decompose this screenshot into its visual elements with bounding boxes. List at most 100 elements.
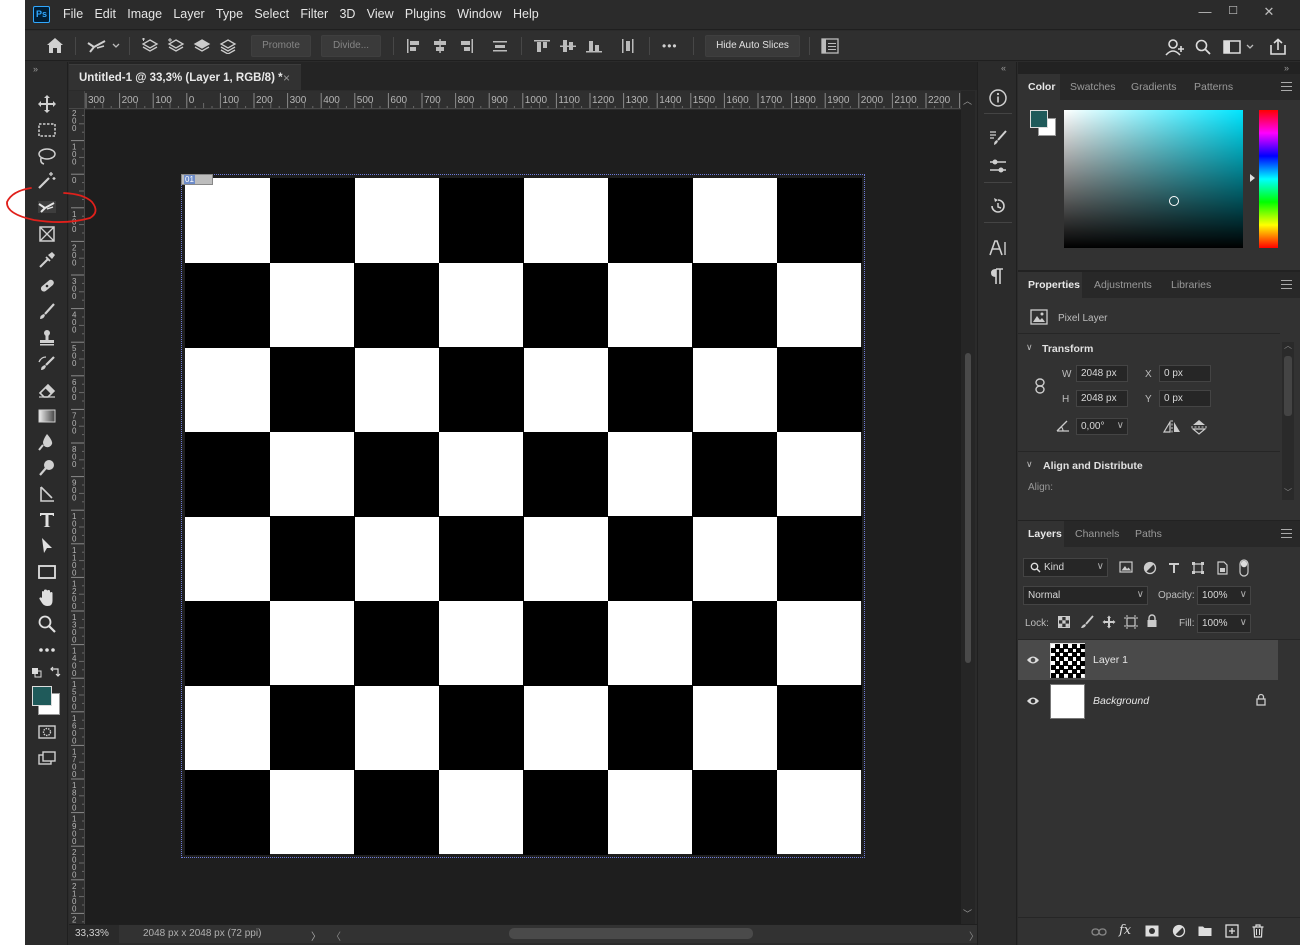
horizontal-scroll-thumb[interactable] — [509, 928, 753, 939]
transform-header[interactable]: Transform — [1042, 343, 1093, 355]
menu-edit[interactable]: Edit — [94, 7, 116, 21]
blur-tool-icon[interactable] — [37, 432, 57, 452]
distribute-horizontal-icon[interactable] — [619, 38, 637, 54]
horizontal-ruler[interactable]: 300 200 100 0 100 200 300 400 500 600 700 800 900 100… — [85, 91, 965, 109]
flip-vertical-icon[interactable] — [1190, 419, 1208, 435]
hue-slider-handle[interactable] — [1250, 174, 1255, 182]
edit-toolbar-icon[interactable] — [37, 642, 57, 662]
menu-help[interactable]: Help — [513, 7, 539, 21]
lock-artboard-icon[interactable] — [1124, 615, 1138, 629]
menu-select[interactable]: Select — [254, 7, 289, 21]
document-tab-close-icon[interactable]: × — [283, 71, 290, 85]
scroll-up-icon[interactable]: ︿ — [1284, 340, 1292, 351]
menu-plugins[interactable]: Plugins — [405, 7, 446, 21]
color-panel-menu-icon[interactable] — [1281, 82, 1292, 91]
dodge-tool-icon[interactable] — [37, 458, 57, 478]
marquee-tool-icon[interactable] — [37, 120, 57, 140]
layer-row-background[interactable]: Background — [1018, 681, 1300, 721]
zoom-tool-icon[interactable] — [37, 614, 57, 634]
menu-window[interactable]: Window — [457, 7, 501, 21]
pen-tool-icon[interactable] — [37, 484, 57, 504]
add-mask-icon[interactable] — [1145, 925, 1159, 937]
delete-layer-icon[interactable] — [1252, 924, 1264, 938]
blend-mode-dropdown[interactable]: Normal ∨ — [1023, 586, 1148, 605]
zoom-level-field[interactable]: 33,33% — [69, 925, 119, 943]
layer-row-layer-1[interactable]: Layer 1 — [1018, 640, 1278, 680]
tab-patterns[interactable]: Patterns — [1194, 81, 1233, 93]
layer-thumbnail[interactable] — [1050, 684, 1085, 719]
new-slice-icon[interactable] — [141, 38, 159, 54]
properties-scroll-thumb[interactable] — [1284, 356, 1292, 416]
ruler-origin[interactable] — [69, 91, 85, 109]
share-user-icon[interactable] — [1165, 38, 1184, 56]
tab-gradients[interactable]: Gradients — [1131, 81, 1177, 93]
vertical-scrollbar[interactable]: ︿ ﹀ — [961, 91, 975, 924]
menu-view[interactable]: View — [367, 7, 394, 21]
properties-scrollbar[interactable]: ︿ ﹀ — [1282, 340, 1294, 500]
align-right-icon[interactable] — [457, 38, 475, 54]
align-chevron-icon[interactable]: ∨ — [1026, 459, 1033, 470]
brush-tool-icon[interactable] — [37, 302, 57, 322]
subtract-slice-icon[interactable] — [193, 38, 211, 54]
search-icon[interactable] — [1194, 38, 1212, 55]
gradient-tool-icon[interactable] — [37, 406, 57, 426]
y-field[interactable]: 0 px — [1159, 390, 1211, 407]
new-group-icon[interactable] — [1198, 925, 1212, 937]
add-slice-icon[interactable] — [167, 38, 185, 54]
new-adjustment-layer-icon[interactable] — [1172, 924, 1186, 938]
tab-color[interactable]: Color — [1028, 81, 1055, 93]
hue-slider[interactable] — [1259, 110, 1278, 248]
menu-filter[interactable]: Filter — [300, 7, 328, 21]
opacity-field[interactable]: 100% ∨ — [1197, 586, 1251, 605]
layer-name[interactable]: Layer 1 — [1093, 654, 1128, 666]
more-options-icon[interactable]: ••• — [662, 39, 678, 53]
brushes-icon[interactable] — [988, 156, 1008, 176]
info-icon[interactable] — [988, 88, 1008, 108]
close-button[interactable]: ✕ — [1259, 4, 1279, 22]
default-colors-swap-icon[interactable] — [31, 666, 61, 680]
clone-stamp-tool-icon[interactable] — [37, 328, 57, 348]
menu-file[interactable]: File — [63, 7, 83, 21]
tab-paths[interactable]: Paths — [1135, 528, 1162, 540]
hand-tool-icon[interactable] — [37, 588, 57, 608]
brush-settings-icon[interactable] — [988, 128, 1008, 148]
tab-adjustments[interactable]: Adjustments — [1094, 279, 1152, 291]
transform-chevron-icon[interactable]: ∨ — [1026, 342, 1033, 353]
align-distribute-header[interactable]: Align and Distribute — [1043, 460, 1143, 472]
checkerboard-image[interactable] — [185, 178, 862, 855]
align-top-icon[interactable] — [533, 38, 551, 54]
vertical-ruler[interactable]: 2001000100200300400500600700800900100011… — [69, 109, 85, 924]
document-info[interactable]: 2048 px x 2048 px (72 ppi) — [143, 928, 261, 939]
quick-mask-icon[interactable] — [37, 722, 57, 742]
height-field[interactable]: 2048 px — [1076, 390, 1128, 407]
menu-image[interactable]: Image — [127, 7, 162, 21]
width-field[interactable]: 2048 px — [1076, 365, 1128, 382]
filter-smart-object-icon[interactable] — [1215, 561, 1229, 575]
lock-position-icon[interactable] — [1102, 615, 1116, 629]
layer-thumbnail[interactable] — [1050, 643, 1085, 678]
maximize-button[interactable]: ☐ — [1223, 4, 1243, 22]
panel-foreground-color[interactable] — [1030, 110, 1048, 128]
layer-visibility-eye-icon[interactable] — [1026, 654, 1040, 666]
filter-pixel-icon[interactable] — [1119, 561, 1133, 573]
tab-swatches[interactable]: Swatches — [1070, 81, 1116, 93]
lasso-tool-icon[interactable] — [37, 146, 57, 166]
filter-type-icon[interactable] — [1167, 561, 1181, 575]
history-icon[interactable] — [988, 196, 1008, 216]
foreground-color-swatch[interactable] — [32, 686, 52, 706]
x-field[interactable]: 0 px — [1159, 365, 1211, 382]
link-icon[interactable] — [1034, 378, 1046, 394]
home-icon[interactable] — [46, 37, 64, 53]
document-tab[interactable]: Untitled-1 @ 33,3% (Layer 1, RGB/8) * × — [69, 64, 301, 90]
link-layers-icon[interactable] — [1091, 926, 1107, 938]
filter-adjustment-icon[interactable] — [1143, 561, 1157, 575]
screen-mode-icon[interactable] — [37, 748, 57, 768]
character-icon[interactable] — [988, 238, 1008, 258]
filter-shape-icon[interactable] — [1191, 561, 1205, 575]
color-picker-handle[interactable] — [1169, 196, 1179, 206]
slice-tool-preset-icon[interactable] — [87, 38, 121, 54]
lock-transparent-icon[interactable] — [1058, 616, 1070, 628]
menu-type[interactable]: Type — [216, 7, 243, 21]
filter-toggle-icon[interactable] — [1239, 559, 1249, 577]
tab-channels[interactable]: Channels — [1075, 528, 1119, 540]
